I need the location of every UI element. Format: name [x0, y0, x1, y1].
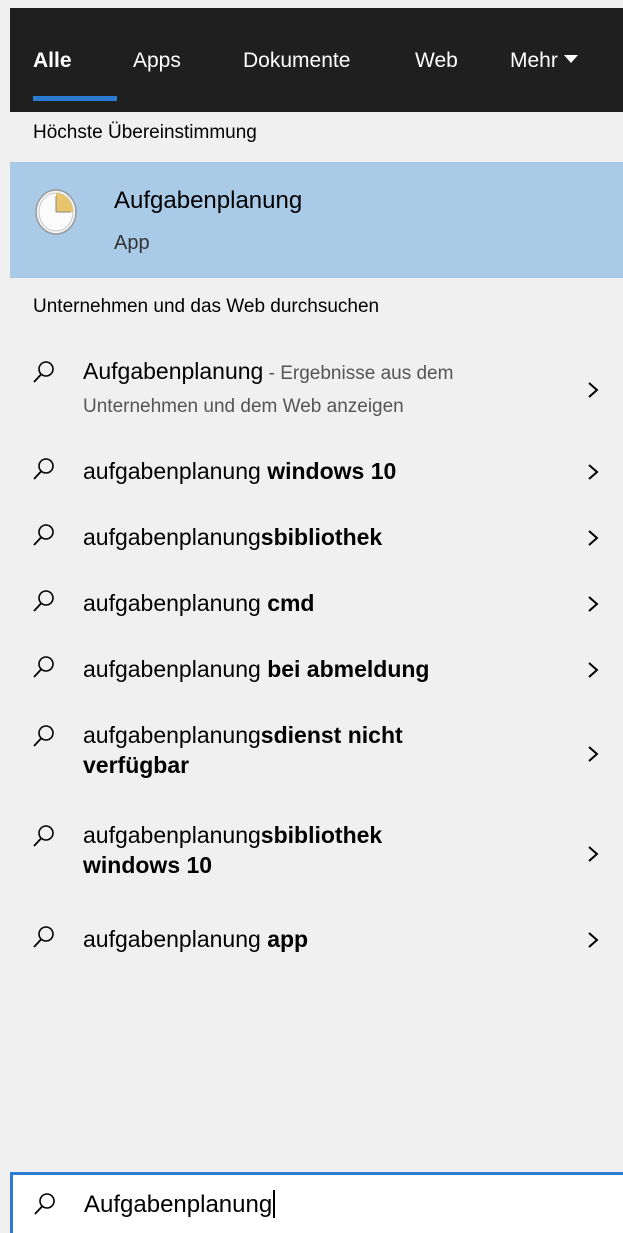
chevron-right-icon [588, 382, 599, 398]
suggestion-text: aufgabenplanung windows 10 [83, 456, 543, 486]
suggestion-prefix: aufgabenplanung [83, 590, 268, 616]
search-icon [34, 1193, 55, 1215]
suggestion-text: aufgabenplanung app [83, 924, 543, 954]
suggestion-text: aufgabenplanungsdienst nicht verfügbar [83, 720, 483, 780]
suggestion-text: aufgabenplanung bei abmeldung [83, 654, 543, 684]
web-suggestion-row[interactable]: aufgabenplanungsdienst nicht verfügbar [10, 716, 623, 796]
active-tab-indicator [33, 96, 117, 101]
search-filter-tabbar: Alle Apps Dokumente Web Mehr [10, 8, 623, 112]
best-match-header: Höchste Übereinstimmung [33, 122, 257, 143]
suggestion-prefix: aufgabenplanung [83, 524, 261, 550]
search-input-text: Aufgabenplanung [84, 1189, 276, 1220]
suggestion-text: aufgabenplanungsbibliothek windows 10 [83, 820, 483, 880]
web-suggestion-row[interactable]: aufgabenplanungsbibliothek [10, 518, 623, 558]
tab-apps[interactable]: Apps [133, 48, 181, 74]
tab-dokumente[interactable]: Dokumente [243, 48, 350, 74]
chevron-right-icon [588, 846, 599, 862]
best-match-subtitle: App [114, 232, 150, 254]
chevron-right-icon [588, 746, 599, 762]
search-icon [33, 725, 54, 747]
chevron-right-icon [588, 530, 599, 546]
suggestion-bold: bei abmeldung [267, 656, 430, 682]
suggestion-text: aufgabenplanungsbibliothek [83, 522, 543, 552]
chevron-right-icon [588, 662, 599, 678]
best-match-item[interactable]: Aufgabenplanung App [10, 162, 623, 278]
best-match-title: Aufgabenplanung [114, 187, 303, 214]
search-icon [33, 361, 54, 383]
chevron-down-icon [563, 55, 578, 64]
web-suggestion-row[interactable]: aufgabenplanung app [10, 920, 623, 960]
search-icon [33, 458, 54, 480]
suggestion-prefix: aufgabenplanung [83, 656, 268, 682]
suggestion-bold: app [267, 926, 309, 952]
tab-mehr[interactable]: Mehr [510, 48, 578, 74]
chevron-right-icon [588, 464, 599, 480]
tab-mehr-label: Mehr [510, 49, 558, 72]
web-search-header: Unternehmen und das Web durchsuchen [33, 296, 380, 317]
suggestion-bold: windows 10 [267, 458, 397, 484]
suggestion-bold: sbibliothek [260, 524, 383, 550]
suggestion-text: aufgabenplanung cmd [83, 588, 543, 618]
suggestion-prefix: aufgabenplanung [83, 822, 261, 848]
suggestion-prefix: Aufgabenplanung [83, 358, 264, 384]
suggestion-text: Aufgabenplanung - Ergebnisse aus dem Unt… [83, 356, 543, 422]
tab-web[interactable]: Web [415, 48, 458, 74]
search-icon [33, 926, 54, 948]
search-icon [33, 590, 54, 612]
suggestion-prefix: aufgabenplanung [83, 722, 261, 748]
web-suggestion-row[interactable]: Aufgabenplanung - Ergebnisse aus dem Unt… [10, 352, 623, 432]
suggestion-bold: cmd [267, 590, 315, 616]
task-scheduler-clock-icon [35, 189, 77, 235]
search-icon [33, 825, 54, 847]
text-cursor [273, 1189, 276, 1218]
web-suggestion-row[interactable]: aufgabenplanung windows 10 [10, 452, 623, 492]
web-suggestion-row[interactable]: aufgabenplanungsbibliothek windows 10 [10, 816, 623, 896]
search-query: Aufgabenplanung [84, 1191, 273, 1218]
chevron-right-icon [588, 596, 599, 612]
search-icon [33, 656, 54, 678]
chevron-right-icon [588, 932, 599, 948]
web-suggestion-row[interactable]: aufgabenplanung bei abmeldung [10, 650, 623, 690]
search-icon [33, 524, 54, 546]
search-input[interactable]: Aufgabenplanung [10, 1172, 623, 1233]
suggestion-prefix: aufgabenplanung [83, 458, 268, 484]
tab-alle[interactable]: Alle [33, 48, 72, 74]
web-suggestion-row[interactable]: aufgabenplanung cmd [10, 584, 623, 624]
suggestion-prefix: aufgabenplanung [83, 926, 268, 952]
